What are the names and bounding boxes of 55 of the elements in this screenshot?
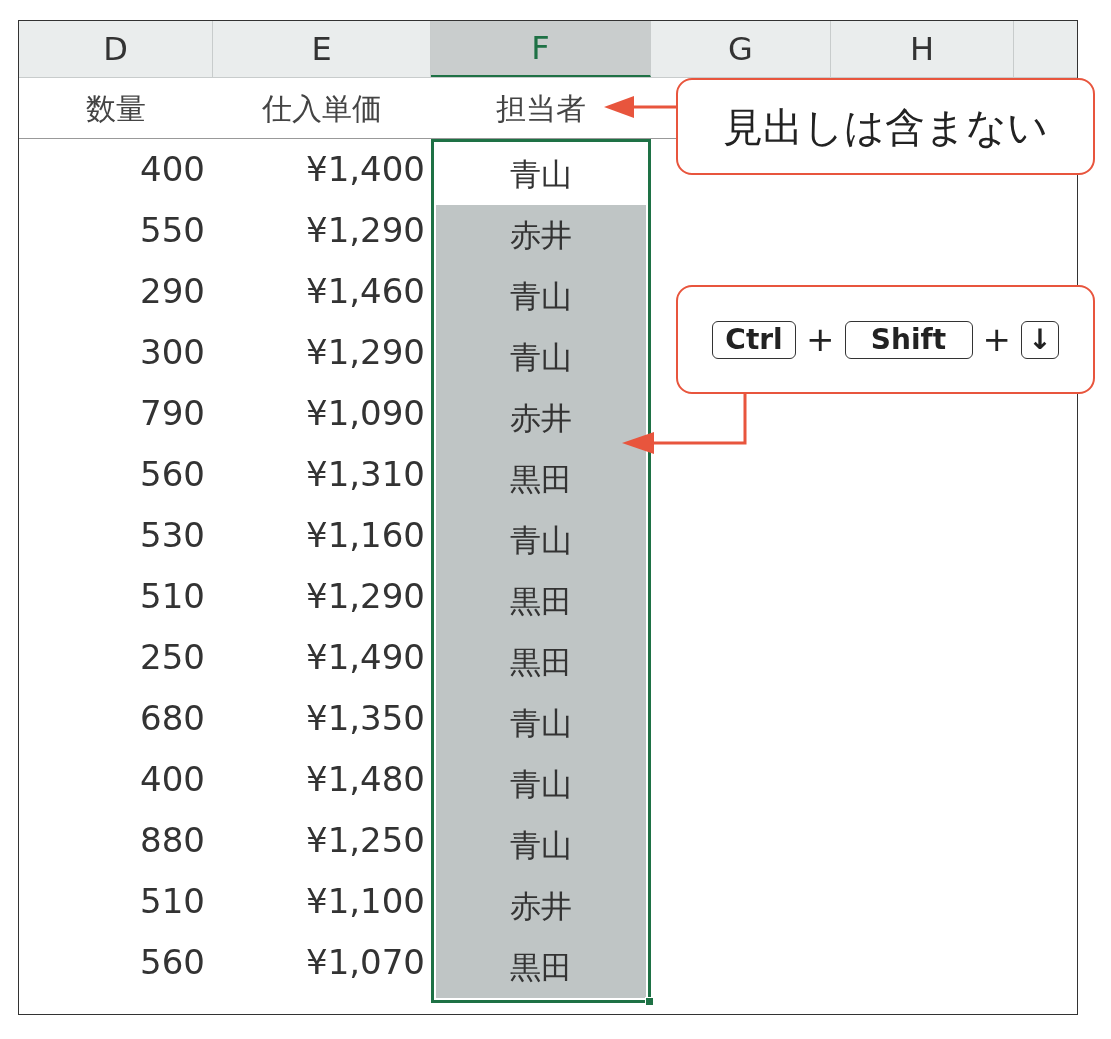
plus-sign: +	[806, 318, 835, 361]
table-cell-text: ¥1,100	[305, 880, 426, 923]
table-header-cell-text: 数量	[86, 89, 146, 128]
table-cell[interactable]: 青山	[436, 327, 646, 388]
table-cell-text: ¥1,490	[305, 636, 426, 679]
table-cell-text: 510	[139, 575, 206, 618]
table-cell[interactable]: 赤井	[436, 876, 646, 937]
table-cell-text: ¥1,290	[305, 209, 426, 252]
table-cell-text: 400	[139, 758, 206, 801]
callout-text: 見出しは含まない	[723, 102, 1048, 152]
table-cell-text: 680	[139, 697, 206, 740]
column-header[interactable]: D	[19, 21, 213, 77]
table-cell-text: 790	[139, 392, 206, 435]
table-cell[interactable]: 黒田	[436, 571, 646, 632]
table-header-cell-text: 担当者	[496, 89, 586, 128]
table-cell-text: ¥1,090	[305, 392, 426, 435]
table-cell[interactable]: 黒田	[436, 449, 646, 510]
table-cell[interactable]: 青山	[436, 754, 646, 815]
table-cell-text: 250	[139, 636, 206, 679]
keyboard-key: ↓	[1021, 320, 1059, 359]
table-cell[interactable]: 黒田	[436, 937, 646, 998]
table-cell-text: 550	[139, 209, 206, 252]
table-cell[interactable]: 赤井	[436, 388, 646, 449]
table-cell-text: ¥1,290	[305, 575, 426, 618]
table-cell-text: ¥1,250	[305, 819, 426, 862]
table-cell-text: ¥1,460	[305, 270, 426, 313]
keyboard-key: Ctrl	[712, 320, 796, 359]
plus-sign: +	[982, 318, 1011, 361]
table-cell-text: ¥1,310	[305, 453, 426, 496]
column-header[interactable]: F	[431, 21, 651, 77]
table-cell-text: 560	[139, 941, 206, 984]
fill-handle[interactable]	[645, 997, 654, 1006]
table-cell-text: 510	[139, 880, 206, 923]
table-cell-text: 400	[139, 148, 206, 191]
table-cell[interactable]: 青山	[436, 510, 646, 571]
table-cell[interactable]: 黒田	[436, 632, 646, 693]
table-cell-text: ¥1,400	[305, 148, 426, 191]
table-cell-text: ¥1,070	[305, 941, 426, 984]
table-cell-text: 290	[139, 270, 206, 313]
table-cell[interactable]: 赤井	[436, 205, 646, 266]
keyboard-key: Shift	[844, 320, 973, 359]
table-cell-text: ¥1,350	[305, 697, 426, 740]
table-cell[interactable]: 青山	[436, 693, 646, 754]
table-cell-text: ¥1,480	[305, 758, 426, 801]
table-cell-text: 530	[139, 514, 206, 557]
table-cell[interactable]: 青山	[436, 815, 646, 876]
table-header-cell-text: 仕入単価	[262, 89, 382, 128]
table-cell-text: ¥1,160	[305, 514, 426, 557]
column-header[interactable]: H	[831, 21, 1014, 77]
table-cell-text: 560	[139, 453, 206, 496]
table-cell-text: 300	[139, 331, 206, 374]
column-header[interactable]: G	[651, 21, 831, 77]
table-cell-text: ¥1,290	[305, 331, 426, 374]
table-cell[interactable]: 青山	[436, 266, 646, 327]
table-cell-text: 880	[139, 819, 206, 862]
